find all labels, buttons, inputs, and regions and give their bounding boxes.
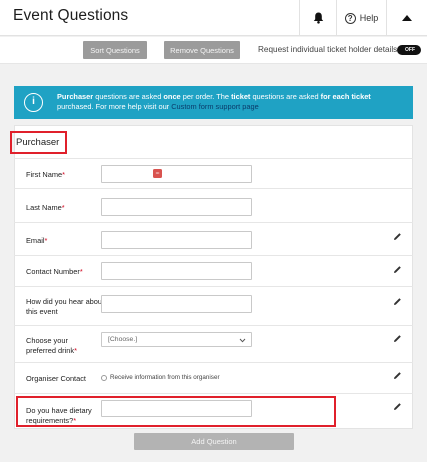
dietary-highlight-box <box>16 396 336 427</box>
info-banner: i Purchaser questions are asked once per… <box>14 86 413 119</box>
question-row-last-name: Last Name* <box>14 188 413 222</box>
edit-pencil-icon[interactable] <box>393 334 402 343</box>
caret-up-icon <box>402 15 412 21</box>
header-bar: Event Questions ? Help <box>0 0 427 36</box>
question-row-organiser-contact: Organiser Contact Receive information fr… <box>14 362 413 393</box>
edit-pencil-icon[interactable] <box>393 402 402 411</box>
sort-questions-button[interactable]: Sort Questions <box>83 41 147 59</box>
organiser-contact-radio[interactable] <box>101 375 107 381</box>
question-label: Email* <box>26 236 48 245</box>
collapse-button[interactable] <box>387 0 427 36</box>
autofill-icon: ••• <box>153 169 162 178</box>
question-label: Last Name* <box>26 203 65 212</box>
edit-pencil-icon[interactable] <box>393 297 402 306</box>
email-field[interactable] <box>101 231 252 249</box>
help-label: Help <box>359 13 379 23</box>
chevron-down-icon <box>239 338 246 343</box>
bell-icon <box>313 12 323 24</box>
question-row-first-name: First Name* ••• <box>14 158 413 188</box>
contact-number-field[interactable] <box>101 262 252 280</box>
support-page-link[interactable]: Custom form support page <box>171 102 259 111</box>
question-row-contact-number: Contact Number* <box>14 255 413 286</box>
section-title: Purchaser <box>10 131 67 154</box>
notifications-button[interactable] <box>300 0 336 36</box>
help-button[interactable]: ? Help <box>337 0 386 36</box>
ticket-details-toggle[interactable]: OFF <box>397 45 421 55</box>
question-row-drink: Choose your preferred drink* [Choose.] <box>14 325 413 362</box>
question-row-how-heard: How did you hear about this event <box>14 286 413 325</box>
edit-pencil-icon[interactable] <box>393 265 402 274</box>
add-question-button[interactable]: Add Question <box>134 433 294 450</box>
info-icon: i <box>24 93 43 112</box>
help-icon: ? <box>344 12 356 24</box>
edit-pencil-icon[interactable] <box>393 371 402 380</box>
question-label: First Name* <box>26 170 66 179</box>
question-label: Organiser Contact <box>26 374 86 383</box>
question-label: How did you hear about this event <box>26 297 105 316</box>
drink-select-value: [Choose.] <box>108 336 138 343</box>
remove-questions-button[interactable]: Remove Questions <box>164 41 240 59</box>
toolbar: Sort Questions Remove Questions Request … <box>0 37 427 64</box>
first-name-field[interactable]: ••• <box>101 165 252 183</box>
organiser-contact-option[interactable]: Receive information from this organiser <box>110 374 220 381</box>
question-label: Contact Number* <box>26 267 83 276</box>
page-title: Event Questions <box>13 7 129 24</box>
drink-select[interactable]: [Choose.] <box>101 332 252 347</box>
how-heard-field[interactable] <box>101 295 252 313</box>
edit-pencil-icon[interactable] <box>393 232 402 241</box>
question-label: Choose your preferred drink* <box>26 336 77 355</box>
question-row-email: Email* <box>14 222 413 255</box>
ticket-details-label: Request individual ticket holder details <box>258 45 398 54</box>
last-name-field[interactable] <box>101 198 252 216</box>
info-banner-text: Purchaser questions are asked once per o… <box>57 92 371 111</box>
